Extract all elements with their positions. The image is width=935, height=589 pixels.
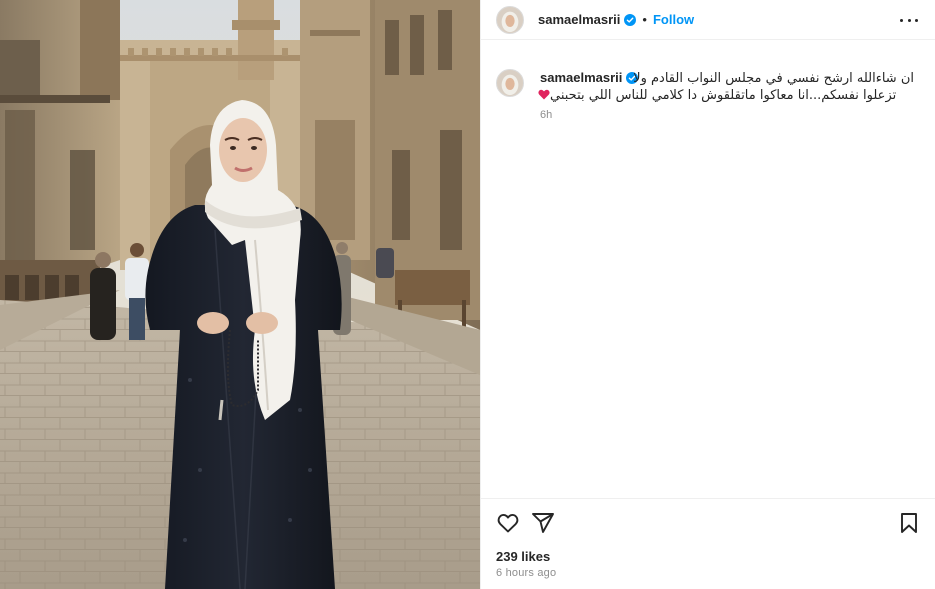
post-timestamp[interactable]: 6 hours ago — [496, 567, 556, 579]
more-dot — [907, 18, 911, 22]
caption-line-2: تزعلوا نفسكم...انا معاكوا ماتقلقوش دا كل… — [536, 87, 914, 104]
caption-time: 6h — [540, 109, 553, 121]
caption-comment: samaelmasrii ان شاءالله ارشح نفسي في مجل… — [496, 68, 921, 121]
more-options-icon[interactable] — [900, 13, 918, 27]
avatar-image — [497, 6, 523, 33]
verified-badge-icon — [624, 13, 637, 26]
caption-avatar[interactable] — [496, 69, 524, 97]
follow-button[interactable]: Follow — [653, 12, 694, 27]
post-photo[interactable] — [0, 0, 480, 589]
caption-line-1: ان شاءالله ارشح نفسي في مجلس النواب القا… — [633, 71, 914, 86]
caption-body: samaelmasrii ان شاءالله ارشح نفسي في مجل… — [538, 68, 921, 121]
separator-dot: • — [642, 12, 647, 27]
more-dot — [915, 18, 918, 22]
paper-plane-icon[interactable] — [531, 511, 555, 535]
post-header: samaelmasrii • Follow — [481, 0, 935, 40]
post-photo-illustration — [0, 0, 480, 589]
heart-icon[interactable] — [496, 511, 520, 535]
bookmark-icon[interactable] — [897, 511, 921, 535]
more-dot — [900, 18, 903, 22]
author-avatar[interactable] — [496, 5, 524, 34]
post-details-panel: samaelmasrii • Follow samaelmasrii ان شا… — [480, 0, 935, 589]
red-heart-emoji-icon — [538, 89, 550, 100]
post-actions-section: 239 likes 6 hours ago — [481, 498, 935, 589]
author-username[interactable]: samaelmasrii — [538, 12, 620, 27]
caption-line-2-text: تزعلوا نفسكم...انا معاكوا ماتقلقوش دا كل… — [550, 88, 897, 103]
avatar-image — [497, 70, 523, 96]
action-bar — [496, 511, 921, 537]
likes-count[interactable]: 239 likes — [496, 549, 550, 564]
caption-text: ان شاءالله ارشح نفسي في مجلس النواب القا… — [536, 69, 914, 104]
